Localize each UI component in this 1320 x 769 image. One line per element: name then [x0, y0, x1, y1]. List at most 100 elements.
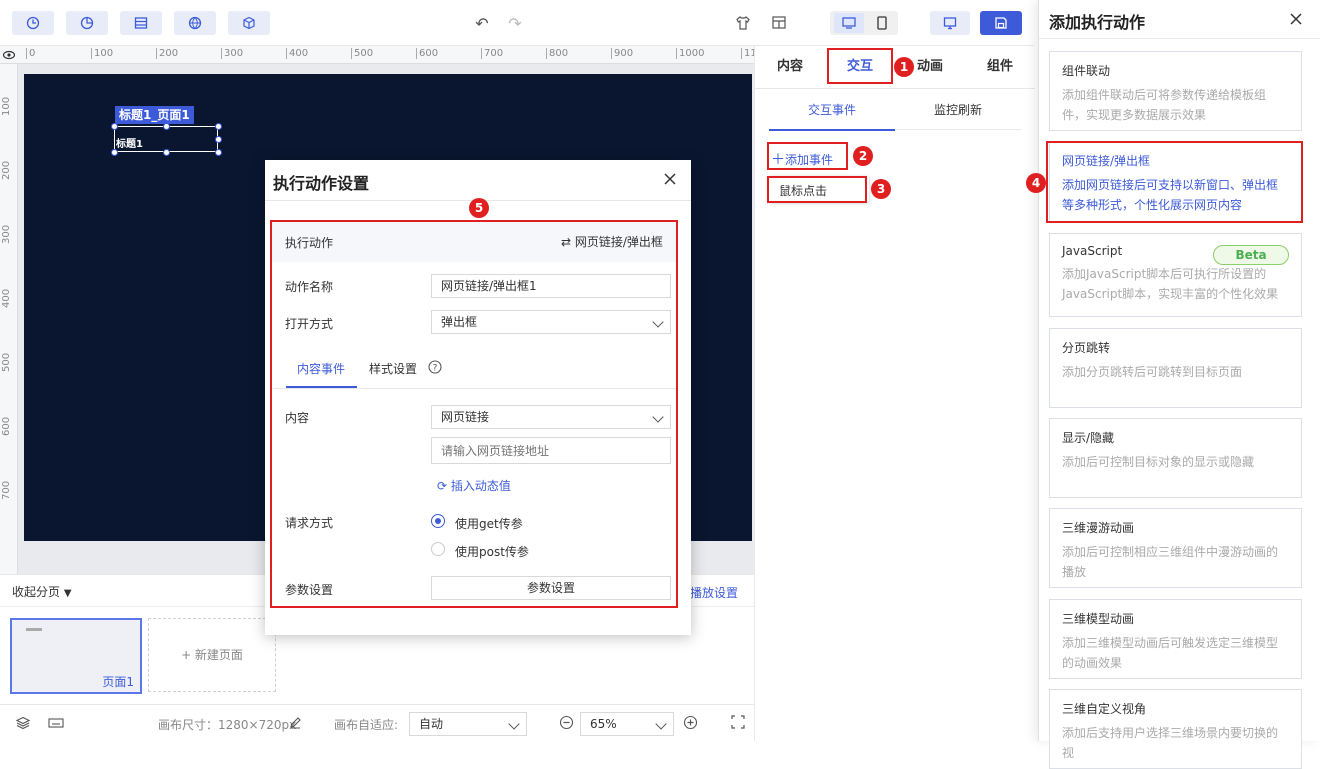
undo-icon[interactable]: ↶: [470, 11, 494, 35]
ruler-tick: 200: [156, 48, 178, 59]
annotation-box: [1046, 141, 1303, 223]
action-card[interactable]: 三维模型动画添加三维模型动画后可触发选定三维模型的动画效果: [1049, 599, 1302, 679]
chevron-down-icon: [508, 718, 520, 730]
resize-handle[interactable]: [215, 123, 222, 130]
beta-badge: Beta: [1213, 245, 1289, 265]
step-badge: 4: [1026, 173, 1046, 193]
canvas-size-label: 画布尺寸：1280×720px: [158, 718, 297, 732]
resize-handle[interactable]: [111, 149, 118, 156]
ruler-tick: 600: [416, 48, 438, 59]
save-icon[interactable]: [980, 11, 1022, 35]
zoom-out-icon[interactable]: [559, 715, 574, 733]
resize-handle[interactable]: [163, 149, 170, 156]
ruler-tick: 800: [546, 48, 568, 59]
action-card[interactable]: 组件联动添加组件联动后可将参数传递给模板组件，实现更多数据展示效果: [1049, 51, 1302, 131]
zoom-in-icon[interactable]: [683, 715, 698, 733]
subtab-interaction-events[interactable]: 交互事件: [769, 101, 895, 118]
ruler-tick: 500: [351, 48, 373, 59]
selected-component-tag: 标题1_页面1: [115, 106, 194, 124]
divider: [755, 88, 1035, 89]
caret-down-icon: ▼: [63, 588, 72, 599]
status-bar: 画布尺寸：1280×720px 画布自适应: 自动 65%: [0, 704, 754, 741]
ruler-tick: 400: [286, 48, 308, 59]
step-badge: 1: [894, 57, 914, 77]
ruler-tick: 200: [1, 160, 12, 180]
action-card-title: 组件联动: [1062, 64, 1111, 78]
zoom-value: 65%: [590, 717, 617, 731]
resize-handle[interactable]: [163, 123, 170, 130]
keyboard-icon[interactable]: [48, 717, 64, 732]
drawer-title: 添加执行动作: [1049, 13, 1146, 32]
new-page-button[interactable]: + 新建页面: [148, 618, 276, 692]
action-card-desc: 添加组件联动后可将参数传递给模板组件，实现更多数据展示效果: [1062, 88, 1267, 122]
table-icon[interactable]: [120, 11, 162, 35]
vertical-ruler: 100 200 300 400 500 600 700: [0, 64, 18, 574]
layers-icon[interactable]: [15, 716, 31, 733]
collapse-pages-button[interactable]: 收起分页 ▼: [12, 583, 72, 600]
mobile-icon[interactable]: [870, 13, 894, 33]
thumbnail-mark: [26, 628, 42, 631]
globe-icon[interactable]: [174, 11, 216, 35]
edit-icon[interactable]: [289, 716, 302, 732]
ruler-tick: 11: [741, 48, 754, 59]
ruler-tick: 400: [1, 288, 12, 308]
top-toolbar: ↶ ↷: [0, 0, 1034, 46]
annotation-box: [827, 48, 893, 84]
fit-select[interactable]: 自动: [409, 712, 527, 736]
page-label: 页面1: [102, 675, 134, 689]
ruler-tick: 100: [91, 48, 113, 59]
redo-icon[interactable]: ↷: [503, 11, 527, 35]
zoom-select[interactable]: 65%: [580, 712, 674, 736]
desktop-icon[interactable]: [834, 13, 864, 33]
fullscreen-icon[interactable]: [731, 715, 745, 732]
fit-value: 自动: [419, 717, 444, 731]
action-card-desc: 添加分页跳转后可跳转到目标页面: [1062, 365, 1243, 379]
ruler-tick: 600: [1, 416, 12, 436]
ruler-tick: 500: [1, 352, 12, 372]
shirt-icon[interactable]: [731, 11, 755, 35]
pie-chart-icon[interactable]: [66, 11, 108, 35]
annotation-box: [767, 176, 867, 203]
ruler-tick: 700: [1, 480, 12, 500]
tab-components[interactable]: 组件: [965, 46, 1035, 88]
action-card-desc: 添加三维模型动画后可触发选定三维模型的动画效果: [1062, 636, 1279, 670]
close-icon[interactable]: [663, 172, 677, 189]
step-badge: 3: [871, 179, 891, 199]
annotation-box: [270, 220, 678, 608]
subtab-monitor-refresh[interactable]: 监控刷新: [895, 101, 1021, 118]
playback-settings-link[interactable]: 播放设置: [690, 584, 738, 601]
action-card-title: 分页跳转: [1062, 341, 1111, 355]
close-icon[interactable]: [1289, 12, 1303, 29]
action-card-title: 三维模型动画: [1062, 612, 1135, 626]
ruler-tick: 300: [221, 48, 243, 59]
ruler-tick: 100: [1, 96, 12, 116]
title-component-text: 标题1: [116, 139, 143, 150]
preview-icon[interactable]: [930, 11, 970, 35]
page-thumbnail-1[interactable]: 页面1: [10, 618, 142, 694]
step-badge: 5: [469, 198, 489, 218]
action-card[interactable]: JavaScript 添加JavaScript脚本后可执行所设置的JavaScri…: [1049, 233, 1302, 317]
ruler-tick: 1000: [676, 48, 704, 59]
action-card-title: 三维自定义视角: [1062, 702, 1147, 716]
action-card-title: 三维漫游动画: [1062, 521, 1135, 535]
action-card[interactable]: 显示/隐藏 添加后可控制目标对象的显示或隐藏: [1049, 418, 1302, 498]
action-card-desc: 添加后支持用户选择三维场景内要切换的视: [1062, 726, 1279, 760]
ruler-tick: 900: [611, 48, 633, 59]
clock-icon[interactable]: [12, 11, 54, 35]
tab-content[interactable]: 内容: [755, 46, 825, 88]
eye-icon[interactable]: [2, 49, 16, 63]
action-card-desc: 添加后可控制相应三维组件中漫游动画的播放: [1062, 545, 1279, 579]
device-switch: [830, 11, 898, 35]
horizontal-ruler: 0 100 200 300 400 500 600 700 800 900 1000 11: [0, 46, 754, 64]
chevron-down-icon: [655, 718, 667, 730]
layout-settings-icon[interactable]: [767, 11, 791, 35]
cube-icon[interactable]: [228, 11, 270, 35]
resize-handle[interactable]: [111, 123, 118, 130]
action-card[interactable]: 三维自定义视角添加后支持用户选择三维场景内要切换的视: [1049, 689, 1302, 769]
fit-label: 画布自适应:: [334, 718, 399, 732]
action-card[interactable]: 三维漫游动画添加后可控制相应三维组件中漫游动画的播放: [1049, 508, 1302, 588]
resize-handle[interactable]: [215, 136, 222, 143]
resize-handle[interactable]: [215, 149, 222, 156]
action-card-title: 显示/隐藏: [1062, 431, 1115, 445]
action-card[interactable]: 分页跳转添加分页跳转后可跳转到目标页面: [1049, 328, 1302, 408]
